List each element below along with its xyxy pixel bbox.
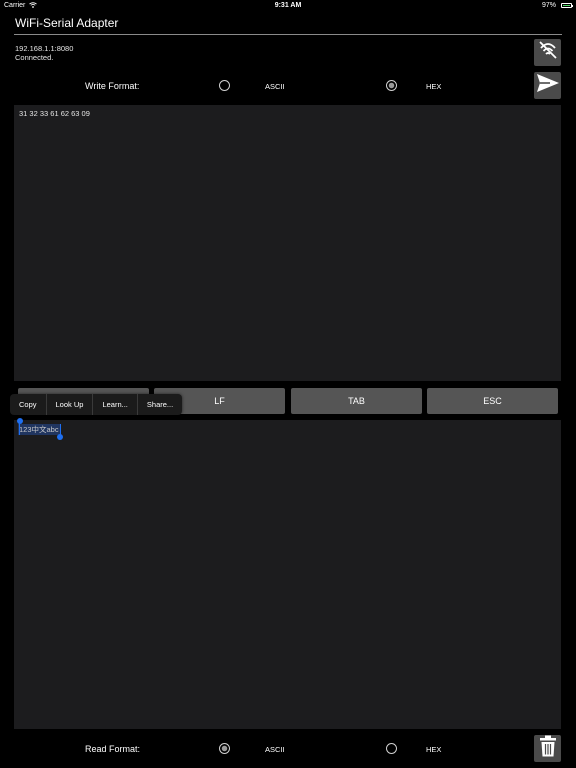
read-hex-label: HEX [426,745,442,754]
text-context-menu: Copy Look Up Learn... Share... [10,394,183,415]
selection-start-caret [19,422,20,435]
connection-info: 192.168.1.1:8080 Connected. [15,44,73,62]
write-ascii-radio[interactable] [219,80,230,91]
clock: 9:31 AM [274,2,302,9]
write-format-label: Write Format: [85,81,140,91]
write-hex-label: HEX [426,82,442,91]
read-format-label: Read Format: [85,744,141,754]
app-title: WiFi-Serial Adapter [15,16,119,30]
send-icon [536,72,560,99]
tab-button[interactable]: TAB [291,388,422,414]
title-divider [14,34,562,35]
selection-end-handle[interactable] [57,434,63,440]
selection-start-handle[interactable] [17,418,23,424]
clear-button[interactable] [534,735,561,762]
connection-address: 192.168.1.1:8080 [15,44,74,53]
connection-status: Connected. [15,53,54,62]
battery-percent: 97% [541,2,556,9]
read-ascii-radio[interactable] [219,743,230,754]
status-bar: Carrier 9:31 AM 97% [0,0,576,12]
write-text: 31 32 33 61 62 63 09 [19,109,90,118]
write-text-area[interactable] [14,105,561,381]
send-button[interactable] [534,72,561,99]
menu-copy[interactable]: Copy [10,394,46,415]
read-hex-radio[interactable] [386,743,397,754]
write-ascii-label: ASCII [265,82,285,91]
read-ascii-label: ASCII [265,745,285,754]
read-text-area[interactable] [14,420,561,729]
no-signal-icon [537,39,559,66]
write-hex-radio[interactable] [386,80,397,91]
menu-look-up[interactable]: Look Up [47,394,93,415]
menu-share[interactable]: Share... [138,394,182,415]
trash-icon [539,735,557,762]
disconnect-button[interactable] [534,39,561,66]
selected-read-text[interactable]: 123中文abc [18,424,60,435]
esc-button[interactable]: ESC [427,388,558,414]
battery-icon [561,3,573,8]
menu-learn[interactable]: Learn... [93,394,136,415]
